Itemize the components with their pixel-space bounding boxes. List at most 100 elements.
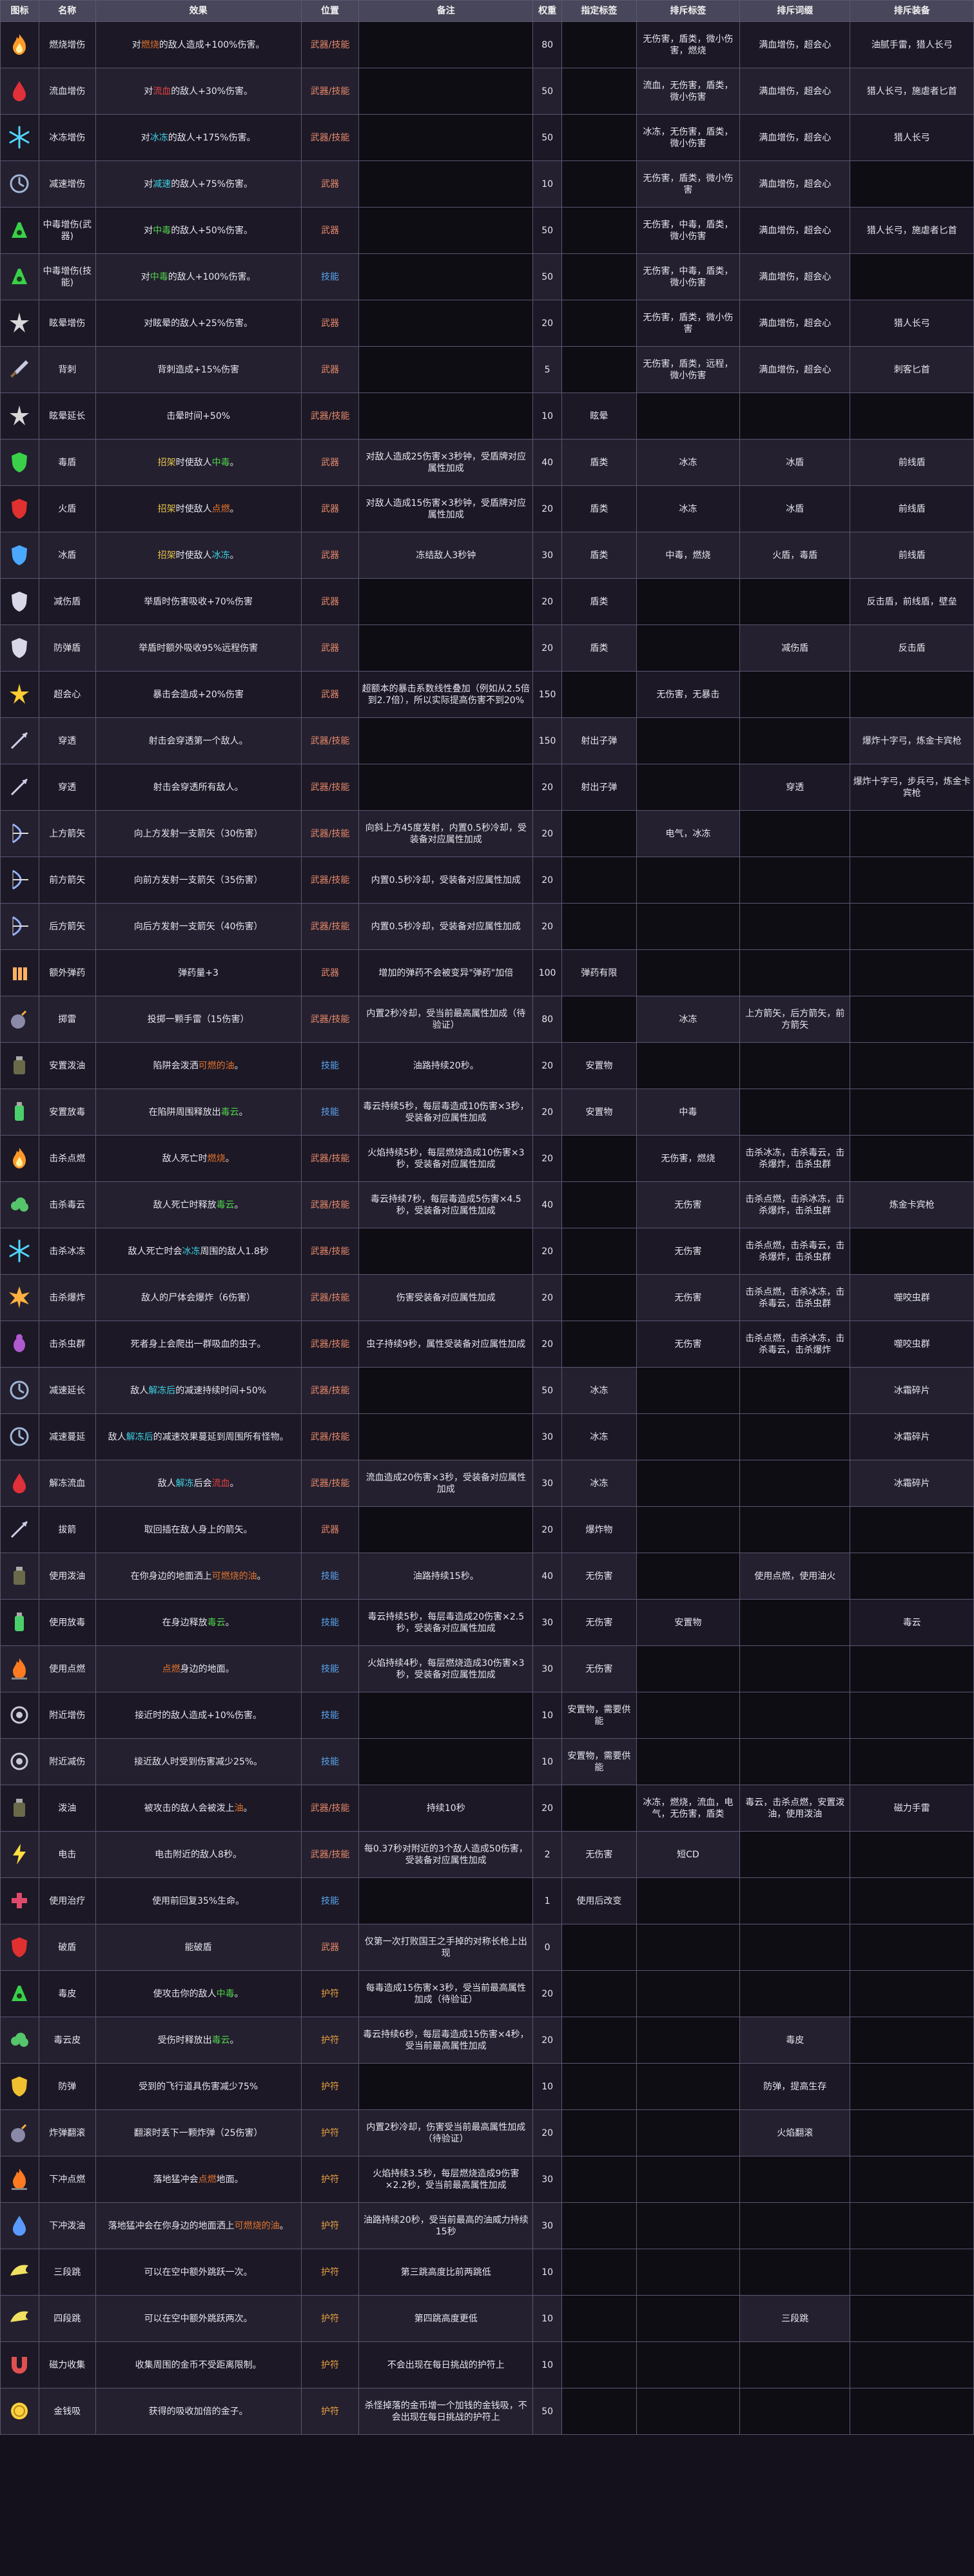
table-row: 安置放毒 在陷阱周围释放出毒云。 技能 毒云持续5秒，每层毒造成10伤害×3秒，受装备… xyxy=(0,1089,974,1136)
affix-tag xyxy=(561,1924,637,1971)
effect-segment: 向上方发射一支箭矢（30伤害） xyxy=(133,828,263,839)
affix-ex-equip xyxy=(850,949,974,996)
affix-name: 拔箭 xyxy=(38,1506,96,1553)
affix-name: 磁力收集 xyxy=(38,2341,96,2388)
affix-weight: 30 xyxy=(532,2202,563,2249)
effect-segment: 可燃的油 xyxy=(198,1060,235,1071)
affix-ex-equip: 猎人长弓 xyxy=(850,114,974,161)
effect-segment: 解冻后 xyxy=(126,1431,153,1442)
effect-segment: 中毒 xyxy=(216,1988,235,1999)
row-icon-cell xyxy=(0,1228,39,1275)
affix-effect: 弹药量+3 xyxy=(95,949,302,996)
affix-ex-tag xyxy=(636,1506,741,1553)
affix-ex-tag xyxy=(636,1924,741,1971)
effect-segment: 减速 xyxy=(153,179,171,189)
affix-weight: 20 xyxy=(532,2109,563,2156)
aura-icon xyxy=(5,1700,34,1730)
affix-weight: 10 xyxy=(532,2295,563,2342)
affix-ex-tag xyxy=(636,2017,741,2064)
affix-location: 技能 xyxy=(300,1738,360,1785)
affix-ex-equip xyxy=(850,1692,974,1739)
affix-weight: 10 xyxy=(532,2341,563,2388)
affix-tag xyxy=(561,253,637,300)
affix-tag xyxy=(561,903,637,950)
cloud-icon xyxy=(5,1190,34,1219)
affix-name: 金钱吸 xyxy=(38,2388,96,2435)
effect-segment: 流血 xyxy=(211,1478,230,1489)
affix-location: 武器/技能 xyxy=(300,764,360,811)
effect-segment: 毒云 xyxy=(216,1199,235,1210)
star-icon xyxy=(5,679,34,709)
affix-note xyxy=(358,764,534,811)
affix-location: 护符 xyxy=(300,2017,360,2064)
effect-segment: 冰冻 xyxy=(211,550,230,561)
table-row: 击杀点燃 敌人死亡时燃烧。 武器/技能 火焰持续5秒，每层燃烧造成10伤害×3秒，受装… xyxy=(0,1135,974,1182)
row-icon-cell xyxy=(0,114,39,161)
table-row: 击杀虫群 死者身上会爬出一群吸血的虫子。 武器/技能 虫子持续9秒，属性受装备对应属性… xyxy=(0,1321,974,1368)
wing-icon xyxy=(5,2257,34,2287)
table-row: 使用治疗 使用前回复35%生命。 技能 1 使用后改变 xyxy=(0,1877,974,1924)
shield-r-icon xyxy=(5,494,34,523)
affix-tag xyxy=(561,160,637,208)
affix-location: 武器/技能 xyxy=(300,1274,360,1321)
affix-ex-tag xyxy=(636,1413,741,1460)
row-icon-cell xyxy=(0,253,39,300)
affix-tag xyxy=(561,1135,637,1182)
affix-name: 使用泼油 xyxy=(38,1553,96,1600)
affix-ex-affix: 击杀点燃，击杀毒云，击杀爆炸，击杀虫群 xyxy=(739,1228,851,1275)
affix-note xyxy=(358,1367,534,1414)
affix-note: 对敌人造成15伤害×3秒钟，受盾牌对应属性加成 xyxy=(358,485,534,532)
affix-tag xyxy=(561,2249,637,2296)
affix-note xyxy=(358,625,534,672)
row-icon-cell xyxy=(0,671,39,718)
effect-segment: 敌人 xyxy=(130,1385,149,1396)
affix-ex-affix: 火焰翻滚 xyxy=(739,2109,851,2156)
affix-location: 武器/技能 xyxy=(300,68,360,115)
row-icon-cell xyxy=(0,2156,39,2203)
affix-tag xyxy=(561,1228,637,1275)
arrow-icon xyxy=(5,1515,34,1544)
affix-location: 武器 xyxy=(300,346,360,393)
affix-ex-tag: 无伤害，盾类，微小伤害 xyxy=(636,300,741,347)
table-row: 减伤盾 举盾时伤害吸收+70%伤害 武器 20 盾类 反击盾，前线盾，壁垒 xyxy=(0,578,974,625)
affix-ex-affix: 火盾，毒盾 xyxy=(739,532,851,579)
affix-effect: 落地猛冲会点燃地面。 xyxy=(95,2156,302,2203)
affix-effect: 背刺造成+15%伤害 xyxy=(95,346,302,393)
affix-effect: 向前方发射一支箭矢（35伤害） xyxy=(95,857,302,904)
affix-name: 解冻流血 xyxy=(38,1460,96,1507)
affix-ex-equip xyxy=(850,2202,974,2249)
effect-segment: 的敌人+50%伤害。 xyxy=(171,225,253,236)
affix-location: 武器/技能 xyxy=(300,1135,360,1182)
affix-effect: 能破盾 xyxy=(95,1924,302,1971)
affix-location: 技能 xyxy=(300,1877,360,1924)
affix-weight: 80 xyxy=(532,21,563,68)
effect-segment: 。 xyxy=(243,1803,253,1814)
affix-ex-equip: 猎人长弓，施虐者匕首 xyxy=(850,207,974,254)
affix-note: 超额本的暴击系数线性叠加（例如从2.5倍到2.7倍），所以实际提高伤害不到20% xyxy=(358,671,534,718)
affix-note: 流血造成20伤害×3秒，受装备对应属性加成 xyxy=(358,1460,534,1507)
affix-name: 防弹 xyxy=(38,2063,96,2110)
affix-tag: 爆炸物 xyxy=(561,1506,637,1553)
affix-tag xyxy=(561,1785,637,1832)
arrow-icon xyxy=(5,726,34,755)
affix-ex-affix: 满血增伤，超会心 xyxy=(739,207,851,254)
wing-icon xyxy=(5,2303,34,2333)
affix-weight: 50 xyxy=(532,2388,563,2435)
affix-note: 对敌人造成25伤害×3秒钟，受盾牌对应属性加成 xyxy=(358,439,534,486)
affix-tag: 无伤害 xyxy=(561,1599,637,1646)
affix-note: 第四跳高度更低 xyxy=(358,2295,534,2342)
affix-name: 超会心 xyxy=(38,671,96,718)
table-row: 金钱吸 获得的吸收加倍的金子。 护符 杀怪掉落的金币增一个加钱的金钱吸，不会出现在每日… xyxy=(0,2388,974,2435)
effect-segment: 。 xyxy=(225,1153,235,1164)
slow-icon xyxy=(5,1422,34,1451)
row-icon-cell xyxy=(0,160,39,208)
oil-icon xyxy=(5,1793,34,1823)
effect-segment: 的减速持续时间+50% xyxy=(175,1385,267,1396)
affix-effect: 取回插在敌人身上的箭矢。 xyxy=(95,1506,302,1553)
affix-ex-affix: 三段跳 xyxy=(739,2295,851,2342)
affix-name: 击杀毒云 xyxy=(38,1181,96,1228)
effect-segment: 取回插在敌人身上的箭矢。 xyxy=(144,1524,253,1535)
affix-name: 使用点燃 xyxy=(38,1645,96,1692)
table-row: 防弹 受到的飞行道具伤害减少75% 护符 10 防弹，提高生存 xyxy=(0,2063,974,2110)
effect-segment: 的敌人造成+100%伤害。 xyxy=(159,39,265,50)
